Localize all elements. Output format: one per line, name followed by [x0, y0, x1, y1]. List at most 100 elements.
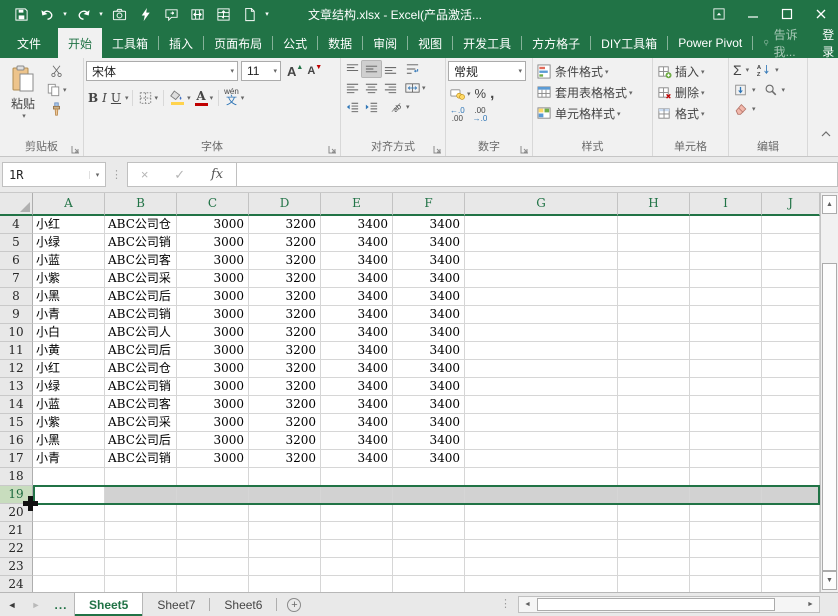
cell-E17[interactable]: 3400 — [321, 450, 393, 468]
row-header-5[interactable]: 5 — [0, 234, 33, 252]
cell-G15[interactable] — [465, 414, 618, 432]
number-format-combo[interactable]: 常规▾ — [448, 61, 526, 81]
cell-J23[interactable] — [762, 558, 820, 576]
cell-J21[interactable] — [762, 522, 820, 540]
cell-I23[interactable] — [690, 558, 762, 576]
paste-button[interactable]: 粘贴 ▾ — [2, 61, 44, 123]
column-header-B[interactable]: B — [105, 193, 177, 216]
cell-E6[interactable]: 3400 — [321, 252, 393, 270]
collapse-ribbon-button[interactable] — [821, 126, 831, 140]
cell-A17[interactable]: 小青 — [33, 450, 105, 468]
scroll-left-icon[interactable]: ◄ — [520, 598, 535, 611]
cell-A21[interactable] — [33, 522, 105, 540]
undo-icon[interactable] — [34, 3, 60, 25]
cell-B14[interactable]: ABC公司客 — [105, 396, 177, 414]
align-right-button[interactable] — [381, 80, 400, 96]
cell-C12[interactable]: 3000 — [177, 360, 249, 378]
font-size-combo[interactable]: 11▾ — [241, 61, 281, 81]
align-left-button[interactable] — [343, 80, 362, 96]
cell-A19[interactable] — [33, 486, 105, 504]
cell-A11[interactable]: 小黄 — [33, 342, 105, 360]
cell-D23[interactable] — [249, 558, 321, 576]
percent-button[interactable]: % — [473, 85, 489, 102]
cell-G4[interactable] — [465, 216, 618, 234]
cell-H23[interactable] — [618, 558, 690, 576]
cell-D17[interactable]: 3200 — [249, 450, 321, 468]
row-header-18[interactable]: 18 — [0, 468, 33, 486]
horizontal-scroll-thumb[interactable] — [537, 598, 775, 611]
cell-H18[interactable] — [618, 468, 690, 486]
cell-B22[interactable] — [105, 540, 177, 558]
row-header-17[interactable]: 17 — [0, 450, 33, 468]
sheet-tab-Sheet7[interactable]: Sheet7 — [143, 593, 209, 616]
cell-E11[interactable]: 3400 — [321, 342, 393, 360]
select-all-corner[interactable] — [0, 193, 33, 216]
cell-D5[interactable]: 3200 — [249, 234, 321, 252]
cell-E20[interactable] — [321, 504, 393, 522]
row-header-21[interactable]: 21 — [0, 522, 33, 540]
ribbon-tab-8[interactable]: 视图 — [408, 28, 452, 58]
cell-B12[interactable]: ABC公司仓 — [105, 360, 177, 378]
cell-C6[interactable]: 3000 — [177, 252, 249, 270]
sign-in-button[interactable]: 登录 — [810, 26, 838, 60]
cell-I16[interactable] — [690, 432, 762, 450]
format-cells-button[interactable]: 格式▾ — [655, 103, 726, 124]
cell-A8[interactable]: 小黑 — [33, 288, 105, 306]
alignment-dialog-launcher[interactable] — [433, 143, 443, 153]
cell-E4[interactable]: 3400 — [321, 216, 393, 234]
cell-D22[interactable] — [249, 540, 321, 558]
cell-F7[interactable]: 3400 — [393, 270, 465, 288]
cell-A9[interactable]: 小青 — [33, 306, 105, 324]
cell-I4[interactable] — [690, 216, 762, 234]
cell-A23[interactable] — [33, 558, 105, 576]
sheet-list-ellipsis[interactable]: ... — [48, 593, 74, 616]
cell-C22[interactable] — [177, 540, 249, 558]
scroll-up-icon[interactable]: ▲ — [822, 195, 837, 214]
cell-H9[interactable] — [618, 306, 690, 324]
cell-A24[interactable] — [33, 576, 105, 592]
cell-A14[interactable]: 小蓝 — [33, 396, 105, 414]
cell-I22[interactable] — [690, 540, 762, 558]
fill-dropdown-icon[interactable]: ▾ — [752, 86, 756, 94]
insert-cells-button[interactable]: 插入▾ — [655, 61, 726, 82]
cell-J9[interactable] — [762, 306, 820, 324]
cell-B21[interactable] — [105, 522, 177, 540]
cell-B5[interactable]: ABC公司销 — [105, 234, 177, 252]
cell-G22[interactable] — [465, 540, 618, 558]
cell-G7[interactable] — [465, 270, 618, 288]
ribbon-tab-5[interactable]: 公式 — [273, 28, 317, 58]
cell-E9[interactable]: 3400 — [321, 306, 393, 324]
cell-F5[interactable]: 3400 — [393, 234, 465, 252]
undo-dropdown-icon[interactable]: ▾ — [60, 10, 70, 18]
increase-indent-button[interactable] — [362, 99, 381, 115]
cell-A6[interactable]: 小蓝 — [33, 252, 105, 270]
new-sheet-button[interactable]: + — [277, 593, 311, 616]
insert-function-button[interactable]: fx — [211, 167, 223, 182]
horizontal-scrollbar[interactable]: ◄ ► — [518, 596, 820, 613]
cell-B15[interactable]: ABC公司采 — [105, 414, 177, 432]
cell-D18[interactable] — [249, 468, 321, 486]
format-as-table-button[interactable]: 套用表格格式▾ — [535, 82, 650, 103]
cell-I5[interactable] — [690, 234, 762, 252]
column-width-icon[interactable] — [184, 3, 210, 25]
cell-F17[interactable]: 3400 — [393, 450, 465, 468]
qat-customize-dropdown-icon[interactable]: ▾ — [262, 10, 272, 18]
find-dropdown-icon[interactable]: ▾ — [782, 86, 786, 94]
cell-I19[interactable] — [690, 486, 762, 504]
cell-C14[interactable]: 3000 — [177, 396, 249, 414]
row-header-23[interactable]: 23 — [0, 558, 33, 576]
cell-D8[interactable]: 3200 — [249, 288, 321, 306]
number-dialog-launcher[interactable] — [520, 143, 530, 153]
cell-C16[interactable]: 3000 — [177, 432, 249, 450]
cell-E14[interactable]: 3400 — [321, 396, 393, 414]
cell-C13[interactable]: 3000 — [177, 378, 249, 396]
row-header-8[interactable]: 8 — [0, 288, 33, 306]
vertical-scroll-thumb[interactable] — [822, 263, 837, 571]
cell-J13[interactable] — [762, 378, 820, 396]
comma-button[interactable]: , — [488, 84, 496, 103]
column-header-F[interactable]: F — [393, 193, 465, 216]
cell-D19[interactable] — [249, 486, 321, 504]
cell-J4[interactable] — [762, 216, 820, 234]
cell-J11[interactable] — [762, 342, 820, 360]
cell-A12[interactable]: 小红 — [33, 360, 105, 378]
